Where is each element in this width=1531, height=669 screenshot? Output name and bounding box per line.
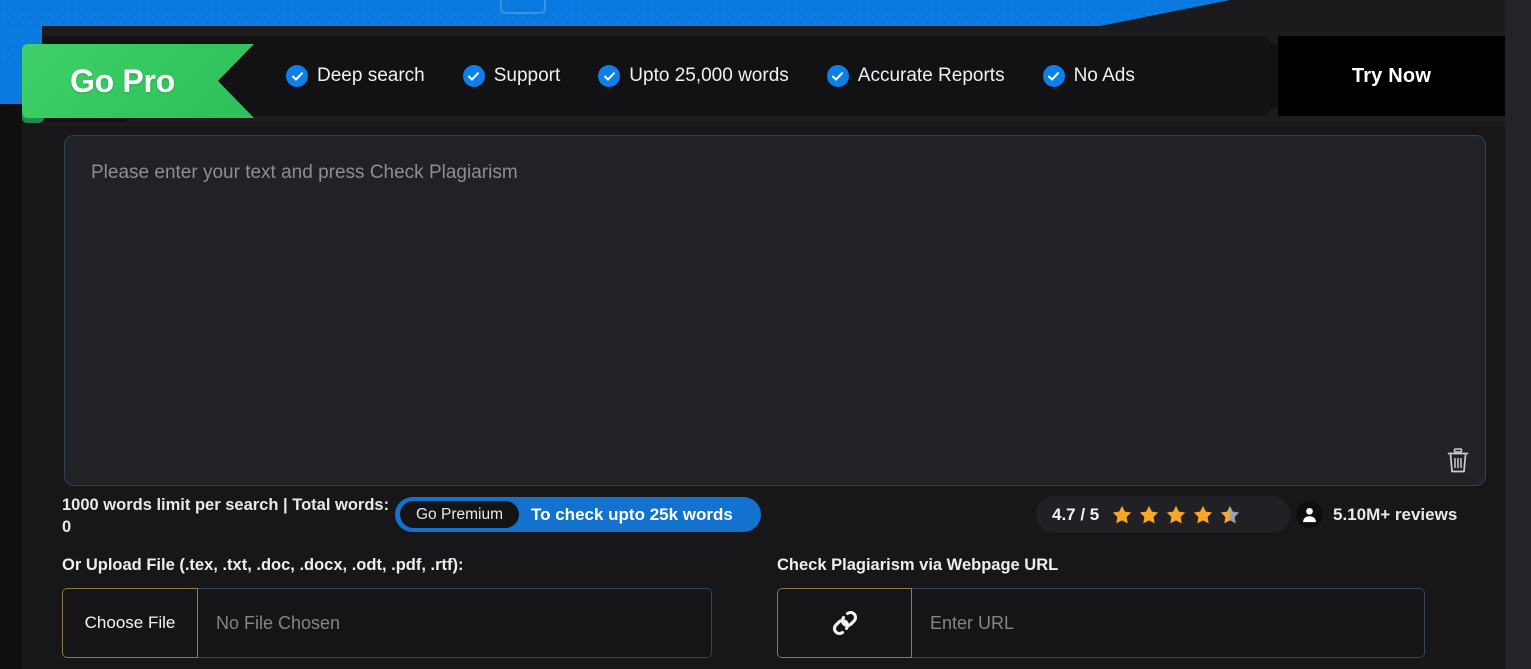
upload-file-label: Or Upload File (.tex, .txt, .doc, .docx,… <box>62 556 464 575</box>
feature-label: Support <box>494 65 561 87</box>
star-filled-icon <box>1165 504 1187 526</box>
feature-item: Deep search <box>286 65 425 87</box>
check-circle-icon <box>827 65 849 87</box>
check-circle-icon <box>286 65 308 87</box>
page-right-gutter <box>1505 0 1531 669</box>
feature-label: Upto 25,000 words <box>629 65 789 87</box>
choose-file-button[interactable]: Choose File <box>62 588 198 658</box>
plagiarism-text-input[interactable]: Please enter your text and press Check P… <box>64 135 1486 486</box>
go-premium-description: To check upto 25k words <box>531 505 733 525</box>
feature-item: Upto 25,000 words <box>598 65 789 87</box>
user-avatar-icon <box>1296 501 1323 528</box>
star-filled-icon <box>1192 504 1214 526</box>
rating-badge: 4.7 / 5 <box>1036 496 1290 533</box>
check-circle-icon <box>463 65 485 87</box>
plagiarism-checker-page: Try Now Go Pro Deep search Support Upto … <box>0 0 1531 669</box>
star-filled-icon <box>1138 504 1160 526</box>
clear-text-trash-icon[interactable] <box>1445 447 1471 475</box>
promo-feature-list: Deep search Support Upto 25,000 words Ac… <box>286 26 1135 126</box>
reviews-count-label: 5.10M+ reviews <box>1333 505 1457 525</box>
try-now-button[interactable]: Try Now <box>1278 36 1505 116</box>
star-half-icon <box>1219 504 1241 526</box>
reviews-info: 5.10M+ reviews <box>1296 496 1457 533</box>
go-premium-button[interactable]: Go Premium To check upto 25k words <box>395 497 761 532</box>
feature-label: Accurate Reports <box>858 65 1005 87</box>
feature-label: Deep search <box>317 65 425 87</box>
go-premium-label: Go Premium <box>400 501 519 528</box>
feature-item: Accurate Reports <box>827 65 1005 87</box>
word-limit-text: 1000 words limit per search | Total word… <box>62 494 392 538</box>
star-filled-icon <box>1111 504 1133 526</box>
textarea-placeholder: Please enter your text and press Check P… <box>91 162 518 184</box>
page-left-gutter <box>0 104 24 669</box>
feature-label: No Ads <box>1074 65 1135 87</box>
feature-item: No Ads <box>1043 65 1135 87</box>
file-status-text: No File Chosen <box>198 588 712 658</box>
link-chain-icon[interactable] <box>777 588 912 658</box>
rating-score: 4.7 / 5 <box>1052 505 1099 525</box>
url-input[interactable]: Enter URL <box>912 588 1425 658</box>
url-input-group: Enter URL <box>777 588 1425 658</box>
webpage-url-label: Check Plagiarism via Webpage URL <box>777 556 1058 575</box>
check-circle-icon <box>598 65 620 87</box>
feature-item: Support <box>463 65 561 87</box>
go-pro-ribbon-label: Go Pro <box>22 63 175 100</box>
check-circle-icon <box>1043 65 1065 87</box>
file-upload-group: Choose File No File Chosen <box>62 588 712 658</box>
star-rating <box>1111 504 1241 526</box>
ghost-outline-decoration <box>500 0 546 14</box>
